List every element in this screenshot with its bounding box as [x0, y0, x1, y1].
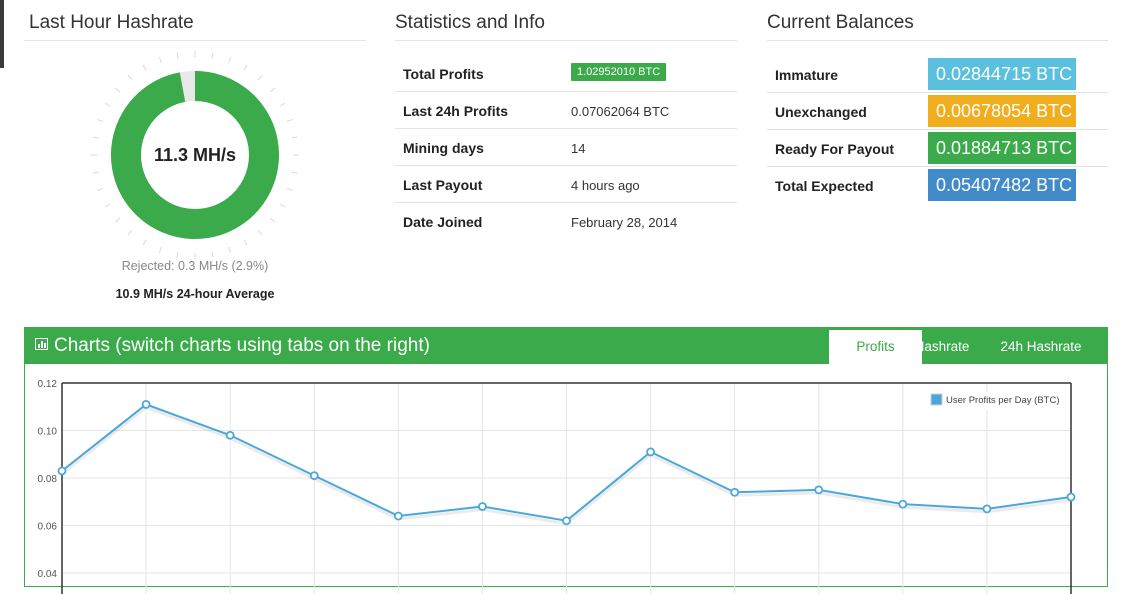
gauge-tick: [97, 188, 104, 192]
gauge-tick: [286, 118, 293, 122]
y-tick-label: 0.10: [38, 427, 58, 438]
stats-label: Last Payout: [403, 177, 483, 193]
charts-header: Charts (switch charts using tabs on the …: [25, 328, 1107, 364]
stats-title: Statistics and Info: [395, 12, 545, 33]
gauge-tick: [291, 171, 298, 174]
data-point: [730, 487, 740, 497]
profits-line-chart: 0.12 0.10 0.08 0.06 0.04 User Profits per Day…: [38, 379, 1076, 594]
data-point: [478, 502, 487, 511]
stats-row-date-joined: Date Joined February 28, 2014: [395, 203, 737, 240]
data-point: [898, 499, 908, 509]
tab-hashrate[interactable]: Hashrate: [902, 330, 982, 364]
balance-amount-total: 0.05407482 BTC: [928, 169, 1076, 201]
y-tick-label: 0.08: [38, 474, 58, 485]
charts-panel: Charts (switch charts using tabs on the …: [24, 327, 1108, 594]
balance-row-ready-for-payout: Ready For Payout 0.01884713 BTC: [767, 130, 1108, 167]
rejected-hashrate: Rejected: 0.3 MH/s (2.9%): [121, 259, 269, 273]
stats-value: 4 hours ago: [571, 178, 640, 193]
y-tick-label: 0.06: [38, 522, 58, 533]
total-profits-badge: 1.02952010 BTC: [571, 63, 667, 81]
gauge-tick: [257, 75, 263, 81]
charts-title-text: Charts (switch charts using tabs on the …: [54, 335, 430, 356]
balances-title: Current Balances: [767, 12, 914, 33]
stats-row-last-payout: Last Payout 4 hours ago: [395, 166, 737, 203]
gauge-tick: [243, 64, 248, 71]
stats-label: Date Joined: [403, 214, 483, 230]
gauge-tick: [243, 239, 248, 246]
gauge-tick: [228, 246, 232, 253]
balance-label: Unexchanged: [775, 104, 867, 120]
stats-row-total-profits: Total Profits 1.02952010 BTC: [395, 55, 737, 92]
gauge-tick: [158, 246, 162, 253]
stats-value: 14: [571, 141, 586, 156]
gauge-tick: [269, 217, 275, 223]
data-point: [646, 447, 655, 457]
stats-row-mining-days: Mining days 14: [395, 129, 737, 166]
legend-swatch: [930, 393, 943, 406]
stats-row-last-24h: Last 24h Profits 0.07062064 BTC: [395, 92, 737, 129]
gauge-tick: [176, 52, 179, 59]
gauge-tick: [279, 102, 286, 107]
balance-label: Total Expected: [775, 178, 874, 194]
data-point: [1066, 492, 1076, 502]
gauge-tick: [279, 203, 286, 208]
gauge-tick: [115, 87, 121, 93]
stats-title-rule: [395, 40, 737, 41]
balances-title-rule: [767, 40, 1108, 41]
y-tick-label: 0.12: [38, 379, 58, 390]
balance-row-unexchanged: Unexchanged 0.00678054 BTC: [767, 93, 1108, 130]
gauge-tick: [92, 171, 99, 174]
gauge-tick: [127, 75, 133, 81]
hashrate-title: Last Hour Hashrate: [29, 12, 194, 33]
gauge-tick: [211, 52, 214, 59]
gauge-tick: [176, 251, 179, 258]
stats-label: Total Profits: [403, 66, 484, 82]
data-point: [141, 399, 151, 409]
stats-label: Mining days: [403, 140, 484, 156]
stats-value: 0.07062064 BTC: [571, 104, 670, 119]
gauge-tick: [115, 217, 121, 223]
balance-amount-ready: 0.01884713 BTC: [928, 132, 1076, 164]
balance-row-immature: Immature 0.02844715 BTC: [767, 56, 1108, 93]
data-point: [225, 430, 235, 440]
balance-amount-unexchanged: 0.00678054 BTC: [928, 95, 1076, 127]
stats-label: Last 24h Profits: [403, 103, 509, 119]
balance-label: Ready For Payout: [775, 141, 895, 157]
gauge-tick: [104, 102, 111, 107]
gauge-tick: [286, 188, 293, 192]
gauge-tick: [92, 136, 99, 139]
balance-amount-immature: 0.02844715 BTC: [928, 58, 1076, 90]
legend-label: User Profits per Day (BTC): [946, 395, 1060, 406]
gauge-tick: [291, 136, 298, 139]
tab-24h-hashrate[interactable]: 24h Hashrate: [985, 330, 1097, 364]
gauge-tick: [142, 239, 147, 246]
gauge-tick: [158, 57, 162, 64]
left-edge-strip: [0, 0, 4, 68]
charts-title: Charts (switch charts using tabs on the …: [35, 335, 430, 357]
balance-row-total-expected: Total Expected 0.05407482 BTC: [767, 167, 1108, 204]
y-tick-label: 0.04: [38, 569, 58, 580]
stats-value: February 28, 2014: [571, 215, 678, 230]
gauge-tick: [127, 229, 133, 235]
gauge-tick: [257, 229, 263, 235]
data-point: [393, 511, 403, 521]
gauge-tick: [228, 57, 232, 64]
data-point: [814, 485, 824, 495]
gauge-tick: [269, 87, 275, 93]
bar-chart-icon: [35, 338, 48, 350]
hashrate-title-rule: [24, 40, 366, 41]
data-point: [57, 466, 67, 476]
hashrate-value: 11.3 MH/s: [153, 145, 237, 165]
chart-legend: User Profits per Day (BTC): [928, 392, 1066, 410]
average-hashrate: 10.9 MH/s 24-hour Average: [115, 287, 275, 301]
gauge-tick: [211, 251, 214, 258]
data-point: [562, 516, 571, 526]
gauge-tick: [97, 118, 104, 122]
gauge-tick: [104, 203, 111, 208]
data-point: [982, 504, 992, 514]
data-point: [309, 471, 319, 481]
balance-label: Immature: [775, 67, 839, 83]
gauge-tick: [142, 64, 147, 71]
